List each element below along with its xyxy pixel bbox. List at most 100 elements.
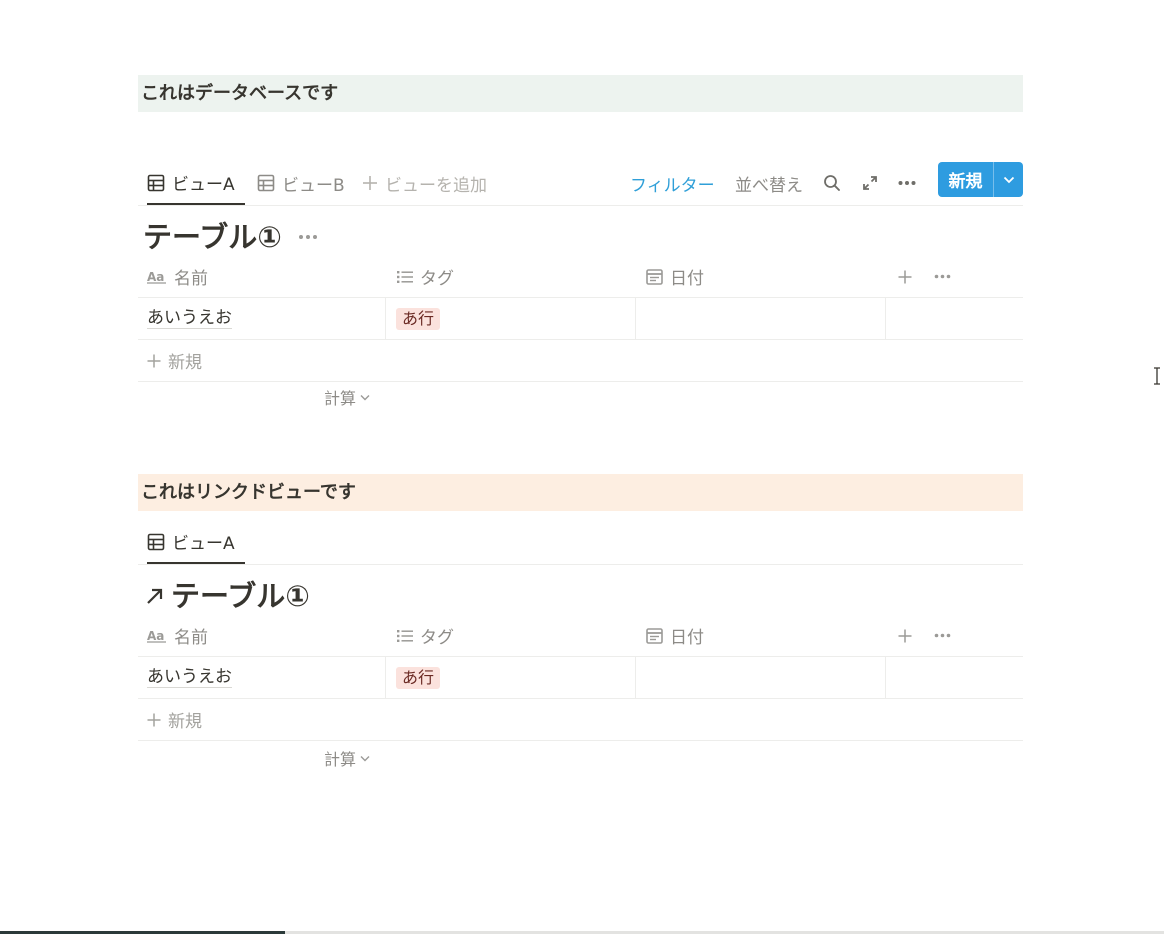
- column-header-label: タグ: [420, 269, 454, 289]
- add-property-button[interactable]: [898, 615, 918, 656]
- sort-label: 並べ替え: [735, 175, 803, 196]
- column-header-label: タグ: [420, 628, 454, 648]
- table-icon: [257, 174, 275, 192]
- add-view-button[interactable]: ビューを追加: [362, 162, 487, 204]
- column-header-label: 名前: [174, 628, 208, 648]
- linked-view-bar: ビューA: [138, 521, 1023, 565]
- tab-label: ビューA: [172, 175, 235, 195]
- plus-icon: [898, 629, 911, 642]
- text-cursor-icon: [1154, 367, 1160, 385]
- column-header-label: 日付: [670, 269, 704, 289]
- calendar-icon: [646, 628, 663, 644]
- add-row-button[interactable]: 新規: [138, 340, 1023, 382]
- search-icon: [824, 175, 840, 191]
- add-property-button[interactable]: [898, 256, 918, 297]
- column-header-name[interactable]: Aa 名前: [147, 256, 385, 297]
- tab-view-a[interactable]: ビューA: [147, 162, 245, 205]
- database-callout-text: これはデータベースです: [141, 83, 339, 104]
- tag-badge: あ行: [396, 666, 441, 689]
- tab-view-b[interactable]: ビューB: [257, 162, 345, 204]
- table-row[interactable]: あいうえお あ行: [138, 657, 1023, 699]
- plus-icon: [898, 270, 911, 283]
- filter-button[interactable]: フィルター: [630, 162, 715, 204]
- list-property-icon: [397, 629, 413, 642]
- chevron-down-icon: [360, 394, 370, 400]
- database-view-bar: ビューA ビューB ビューを追加 フィルター 並べ替え 新規: [138, 162, 1023, 206]
- svg-text:Aa: Aa: [147, 629, 164, 643]
- plus-icon: [147, 713, 161, 726]
- linked-view-callout[interactable]: これはリンクドビューです: [138, 474, 1023, 511]
- calculate-label: 計算: [324, 750, 357, 769]
- tab-view-a[interactable]: ビューA: [147, 521, 245, 564]
- database-callout[interactable]: これはデータベースです: [138, 75, 1023, 112]
- add-view-label: ビューを追加: [385, 175, 487, 196]
- calculate-button[interactable]: 計算: [324, 378, 370, 416]
- table-more-button[interactable]: [934, 256, 956, 297]
- new-options-button[interactable]: [993, 162, 1023, 197]
- linked-source-link[interactable]: [145, 586, 165, 606]
- table-header-row: Aa 名前 タグ 日付: [138, 256, 1023, 298]
- text-property-icon: Aa: [147, 270, 166, 284]
- notion-page: これはデータベースです ビューA ビューB ビューを追加 フィルター 並べ替え …: [0, 0, 1164, 934]
- chevron-down-icon: [1003, 176, 1014, 183]
- tab-label: ビューA: [172, 534, 235, 554]
- more-icon: [898, 181, 916, 185]
- linked-database-title[interactable]: テーブル①: [145, 578, 310, 614]
- expand-icon: [863, 176, 877, 190]
- cell-tag[interactable]: あ行: [386, 657, 636, 698]
- database-title[interactable]: テーブル①: [143, 219, 318, 255]
- tag-badge: あ行: [396, 307, 441, 330]
- cell-tag[interactable]: あ行: [386, 298, 636, 339]
- linked-view-callout-text: これはリンクドビューです: [141, 482, 356, 503]
- column-header-label: 日付: [670, 628, 704, 648]
- table-icon: [147, 174, 165, 191]
- add-row-content: 新規: [147, 699, 202, 740]
- text-property-icon: Aa: [147, 629, 166, 643]
- database-title-more-button[interactable]: [298, 234, 318, 240]
- filter-label: フィルター: [630, 175, 715, 196]
- sort-button[interactable]: 並べ替え: [735, 162, 803, 204]
- plus-icon: [363, 176, 377, 190]
- database-table: Aa 名前 タグ 日付 あいうえお あ行 新規 計算: [138, 256, 1023, 408]
- column-header-tag[interactable]: タグ: [397, 256, 635, 297]
- new-button-label: 新規: [948, 172, 983, 192]
- add-row-label: 新規: [168, 353, 202, 373]
- more-icon: [298, 235, 317, 239]
- table-icon: [147, 533, 165, 550]
- column-header-date[interactable]: 日付: [646, 615, 884, 656]
- record-name[interactable]: あいうえお: [147, 308, 232, 329]
- column-header-tag[interactable]: タグ: [397, 615, 635, 656]
- tab-label: ビューB: [282, 175, 345, 196]
- table-more-button[interactable]: [934, 615, 956, 656]
- list-property-icon: [397, 270, 413, 283]
- column-header-date[interactable]: 日付: [646, 256, 884, 297]
- cell-date[interactable]: [636, 298, 886, 339]
- calculate-button[interactable]: 計算: [324, 739, 370, 777]
- calculate-label: 計算: [324, 389, 357, 408]
- cell-name[interactable]: あいうえお: [138, 657, 386, 698]
- table-header-row: Aa 名前 タグ 日付: [138, 615, 1023, 657]
- record-name[interactable]: あいうえお: [147, 667, 232, 688]
- more-icon: [934, 633, 951, 638]
- calendar-icon: [646, 269, 663, 285]
- cell-name[interactable]: あいうえお: [138, 298, 386, 339]
- database-title-text: テーブル①: [143, 220, 282, 254]
- add-row-button[interactable]: 新規: [138, 699, 1023, 741]
- arrow-up-right-icon: [147, 588, 163, 604]
- more-button[interactable]: [895, 171, 919, 195]
- linked-database-table: Aa 名前 タグ 日付 あいうえお あ行 新規 計算: [138, 615, 1023, 769]
- cell-date[interactable]: [636, 657, 886, 698]
- column-header-label: 名前: [174, 269, 208, 289]
- add-row-label: 新規: [168, 712, 202, 732]
- add-row-content: 新規: [147, 340, 202, 381]
- column-header-name[interactable]: Aa 名前: [147, 615, 385, 656]
- chevron-down-icon: [360, 755, 370, 761]
- search-button[interactable]: [820, 171, 844, 195]
- svg-text:Aa: Aa: [147, 270, 164, 284]
- table-row[interactable]: あいうえお あ行: [138, 298, 1023, 340]
- linked-database-title-text: テーブル①: [171, 579, 310, 613]
- more-icon: [934, 274, 951, 279]
- expand-button[interactable]: [858, 171, 882, 195]
- plus-icon: [147, 354, 161, 367]
- new-record-button[interactable]: 新規: [938, 162, 1023, 197]
